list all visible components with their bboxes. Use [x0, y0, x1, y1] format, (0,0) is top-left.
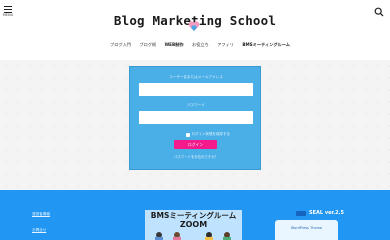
nav-item-meeting-room[interactable]: BMSミーティングルーム: [242, 42, 290, 48]
search-icon[interactable]: [374, 7, 384, 17]
seal-title-text: SEAL ver.2.5: [309, 210, 344, 216]
site-header: MENU Blog Marketing School ブログ入門 ブログ術 WE…: [0, 0, 390, 60]
site-logo[interactable]: Blog Marketing School: [114, 8, 276, 32]
heart-logo-icon: [188, 21, 200, 31]
remember-label: ログイン状態を保存する: [191, 132, 231, 136]
login-form: ユーザー名またはメールアドレス パスワード ログイン状態を保存する ログイン パ…: [129, 66, 261, 170]
seal-heading: SEAL ver.2.5: [280, 211, 360, 216]
footer-link-contact[interactable]: お問合せ: [32, 228, 46, 233]
seal-card-text: WordPress Theme: [290, 226, 323, 230]
menu-label: MENU: [2, 13, 14, 17]
nav-item-blog-intro[interactable]: ブログ入門: [110, 42, 131, 48]
login-button[interactable]: ログイン: [174, 140, 217, 149]
seal-theme-banner[interactable]: WordPress Theme: [275, 220, 338, 240]
global-nav: ブログ入門 ブログ術 WEB制作 お役立ち アフィリ BMSミーティングルーム: [110, 40, 290, 50]
banner-title: BMSミーティングルーム: [150, 211, 237, 220]
people-illustration-icon: [155, 232, 231, 240]
forgot-password-link[interactable]: パスワードをお忘れですか？: [130, 155, 262, 159]
hamburger-icon: [4, 6, 12, 14]
nav-item-blog-tips[interactable]: ブログ術: [139, 42, 156, 48]
password-input[interactable]: [139, 111, 253, 124]
banner-subtitle: ZOOM: [179, 220, 208, 229]
username-label: ユーザー名またはメールアドレス: [169, 75, 223, 79]
menu-button[interactable]: MENU: [2, 6, 14, 22]
remember-me[interactable]: ログイン状態を保存する: [186, 132, 231, 137]
meeting-room-banner[interactable]: BMSミーティングルーム ZOOM: [145, 210, 242, 240]
nav-item-affiliate[interactable]: アフィリ: [217, 42, 234, 48]
seal-badge-icon: [296, 211, 306, 216]
nav-item-web[interactable]: WEB制作: [165, 42, 184, 48]
password-label: パスワード: [187, 103, 205, 107]
nav-item-useful[interactable]: お役立ち: [192, 42, 209, 48]
footer-link-about[interactable]: 運営者情報: [32, 212, 50, 217]
remember-checkbox[interactable]: [186, 133, 190, 137]
username-input[interactable]: [139, 83, 253, 96]
